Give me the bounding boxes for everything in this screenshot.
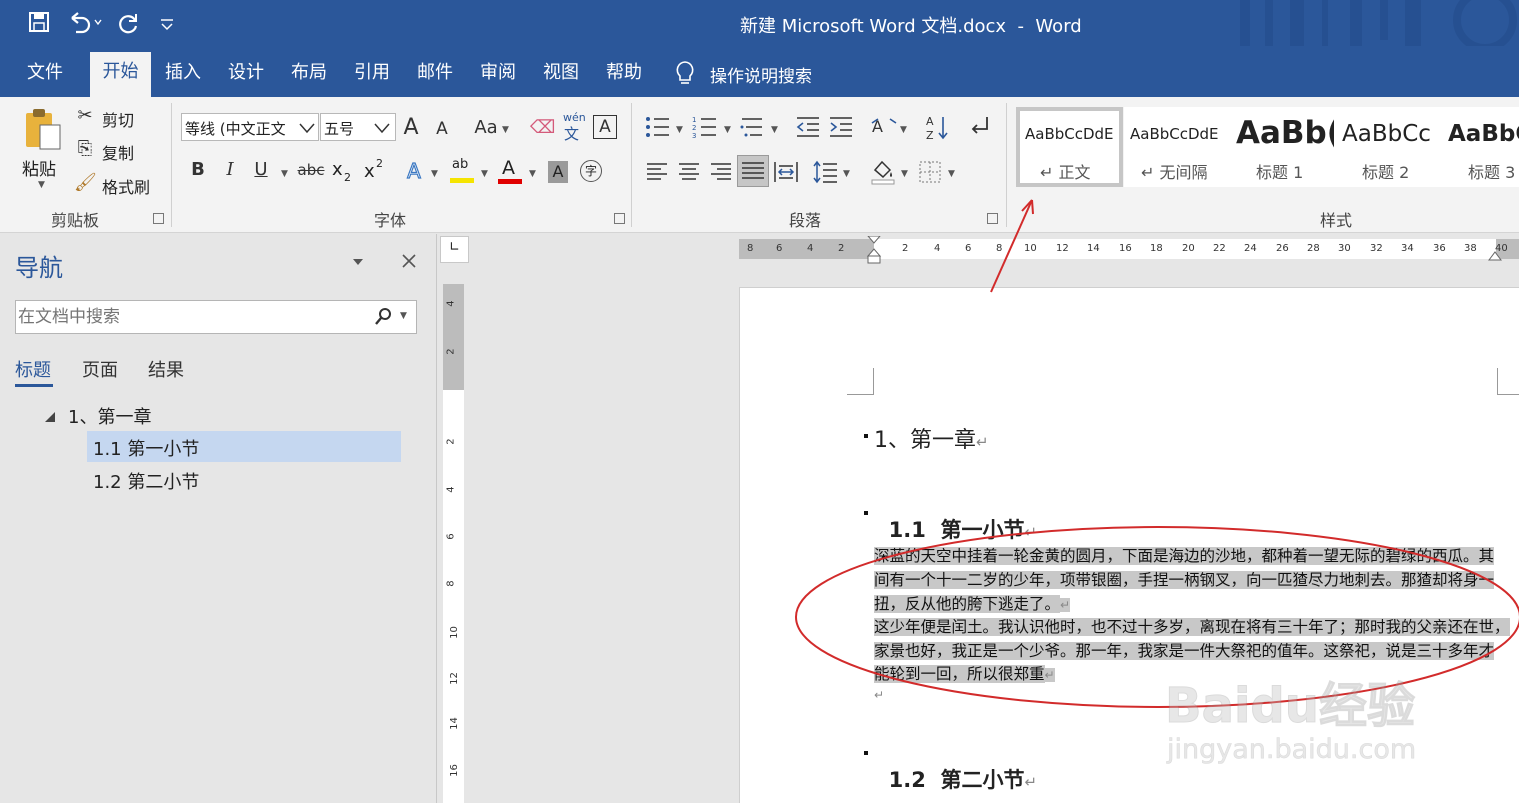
annotation-arrow	[990, 199, 1033, 293]
baidu-logo: Baidu经验	[1165, 678, 1416, 735]
baidu-url: jingyan.baidu.com	[1167, 734, 1417, 766]
baidu-watermark: Baidu经验 jingyan.baidu.com	[1165, 666, 1465, 776]
